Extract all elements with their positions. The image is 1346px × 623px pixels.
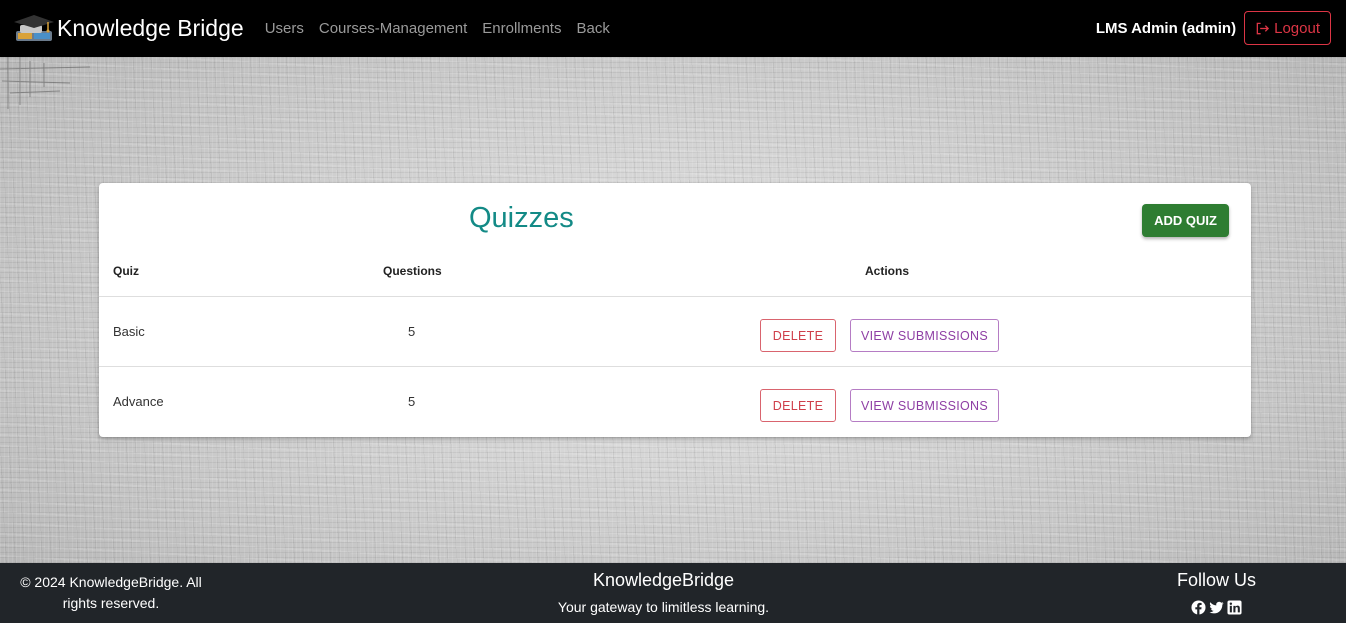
nav-link-courses-management[interactable]: Courses-Management	[319, 20, 467, 37]
logout-label: Logout	[1274, 19, 1320, 37]
nav-link-enrollments[interactable]: Enrollments	[482, 20, 561, 37]
column-header-quiz: Quiz	[113, 264, 139, 278]
brand-name: Knowledge Bridge	[57, 15, 244, 41]
follow-us-block: Follow Us	[1160, 570, 1273, 615]
delete-quiz-button[interactable]: DELETE	[760, 319, 836, 352]
delete-quiz-button[interactable]: DELETE	[760, 389, 836, 422]
footer-tagline: Your gateway to limitless learning.	[557, 599, 770, 615]
top-navbar: Knowledge Bridge Users Courses-Managemen…	[0, 0, 1346, 57]
view-submissions-button[interactable]: VIEW SUBMISSIONS	[850, 389, 999, 422]
logout-button[interactable]: Logout	[1244, 11, 1331, 45]
nav-user-area: LMS Admin (admin) Logout	[1096, 11, 1331, 45]
linkedin-icon[interactable]	[1227, 600, 1242, 615]
add-quiz-button[interactable]: ADD QUIZ	[1142, 204, 1229, 237]
table-row: Advance 5 DELETE VIEW SUBMISSIONS	[99, 366, 1251, 436]
column-header-actions: Actions	[865, 264, 910, 278]
logout-icon	[1256, 22, 1270, 34]
column-header-questions: Questions	[383, 264, 442, 278]
graduation-cap-logo-icon	[14, 14, 54, 41]
question-count-cell: 5	[408, 394, 416, 409]
quiz-name-cell: Advance	[113, 394, 164, 409]
quizzes-card: Quizzes ADD QUIZ Quiz Questions Actions …	[99, 183, 1251, 437]
nav-link-back[interactable]: Back	[576, 20, 609, 37]
footer-brand-block: KnowledgeBridge Your gateway to limitles…	[530, 570, 797, 615]
current-user-label: LMS Admin (admin)	[1095, 19, 1237, 37]
brand[interactable]: Knowledge Bridge	[12, 13, 244, 45]
facebook-icon[interactable]	[1191, 600, 1206, 615]
twitter-icon[interactable]	[1209, 600, 1224, 615]
nav-link-users[interactable]: Users	[265, 20, 304, 37]
question-count-cell: 5	[408, 324, 416, 339]
follow-us-title: Follow Us	[1176, 570, 1256, 590]
background-scribble-decoration	[0, 57, 91, 109]
footer-brand-name: KnowledgeBridge	[592, 570, 735, 590]
view-submissions-button[interactable]: VIEW SUBMISSIONS	[850, 319, 999, 352]
copyright-text: © 2024 KnowledgeBridge. All rights reser…	[20, 574, 202, 611]
page-title: Quizzes	[469, 202, 574, 234]
footer: © 2024 KnowledgeBridge. All rights reser…	[0, 563, 1346, 623]
table-row: Basic 5 DELETE VIEW SUBMISSIONS	[99, 296, 1251, 366]
quiz-name-cell: Basic	[113, 324, 145, 339]
social-links	[1160, 600, 1273, 615]
nav-links: Users Courses-Management Enrollments Bac…	[258, 20, 618, 37]
